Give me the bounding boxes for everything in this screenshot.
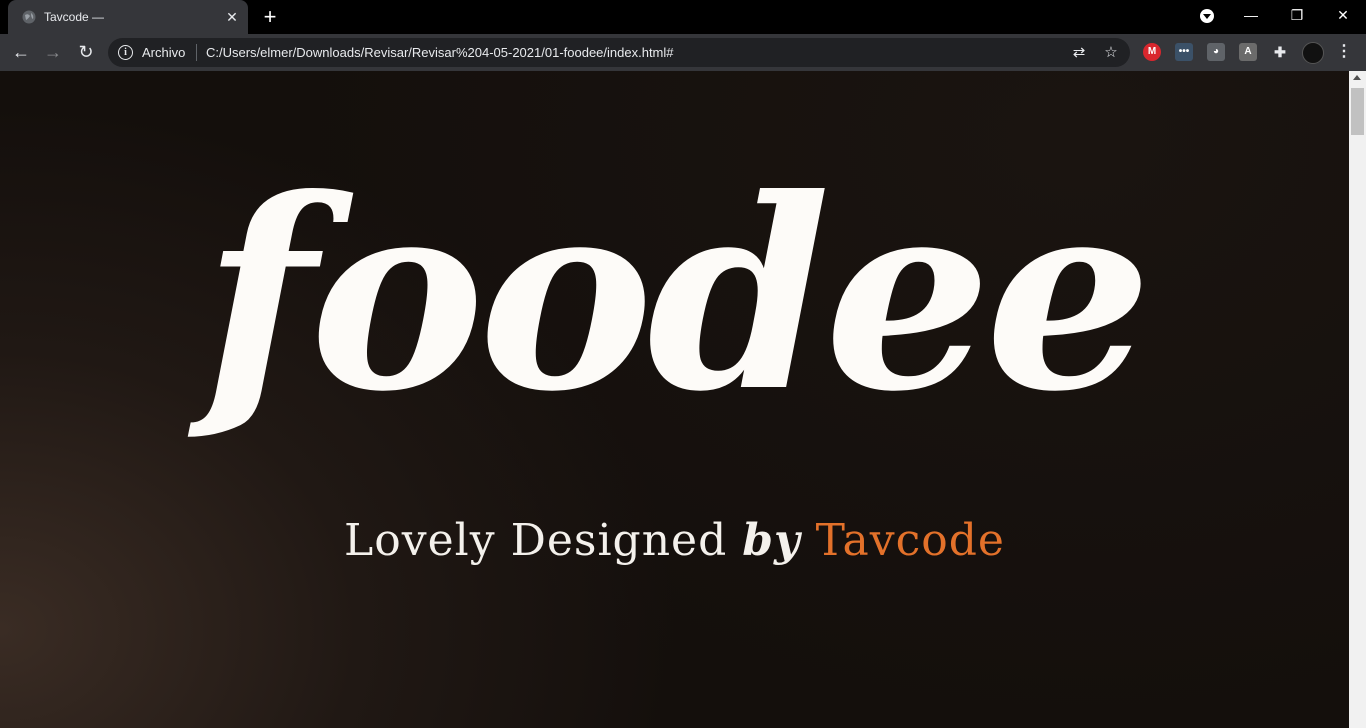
close-window-button[interactable]: ✕ (1320, 0, 1366, 30)
bookmark-star-icon[interactable]: ☆ (1102, 44, 1120, 62)
puzzle-extensions-icon[interactable]: ✚ (1271, 43, 1289, 61)
tagline-prefix: Lovely Designed (344, 515, 743, 566)
page-scrollbar[interactable] (1349, 71, 1366, 728)
pdf-extension-icon[interactable]: A (1239, 43, 1257, 61)
forward-button[interactable]: → (41, 40, 65, 64)
hero-section: foodee Lovely Designed by Tavcode (0, 71, 1349, 728)
tagline-author: Tavcode (815, 515, 1005, 566)
browser-toolbar: ← → ↻ i Archivo C:/Users/elmer/Downloads… (0, 34, 1366, 71)
brand-logo-text: foodee (203, 141, 1152, 449)
scheme-label: Archivo (142, 45, 186, 60)
url-text[interactable]: C:/Users/elmer/Downloads/Revisar/Revisar… (206, 45, 674, 60)
scroll-thumb[interactable] (1351, 88, 1364, 135)
tab-strip: Tavcode — ✕ + — ❐ ✕ (0, 0, 1366, 34)
address-divider (196, 44, 197, 61)
profile-avatar[interactable] (1302, 42, 1324, 64)
dots-extension-icon[interactable]: ••• (1175, 43, 1193, 61)
tab-search-icon[interactable] (1200, 9, 1214, 23)
address-bar[interactable]: i Archivo C:/Users/elmer/Downloads/Revis… (108, 38, 1130, 67)
hero-tagline: Lovely Designed by Tavcode (0, 513, 1349, 569)
reload-button[interactable]: ↻ (74, 40, 98, 64)
browser-menu-icon[interactable]: ⋮ (1335, 43, 1353, 61)
scroll-up-arrow-icon[interactable] (1353, 75, 1361, 80)
mega-icon[interactable]: M (1143, 43, 1161, 61)
browser-tab[interactable]: Tavcode — ✕ (8, 0, 248, 34)
restore-button[interactable]: ❐ (1274, 0, 1320, 30)
close-tab-icon[interactable]: ✕ (224, 9, 240, 25)
globe-icon (22, 10, 36, 24)
info-icon[interactable]: i (118, 45, 133, 60)
tagline-by: by (742, 515, 801, 566)
minimize-button[interactable]: — (1228, 0, 1274, 30)
tab-title: Tavcode — (44, 10, 105, 24)
new-tab-button[interactable]: + (260, 6, 280, 28)
cat-extension-icon[interactable]: ◕ (1207, 43, 1225, 61)
translate-icon[interactable]: ⇄ (1070, 44, 1088, 62)
page-viewport: foodee Lovely Designed by Tavcode (0, 71, 1349, 728)
back-button[interactable]: ← (9, 40, 33, 64)
